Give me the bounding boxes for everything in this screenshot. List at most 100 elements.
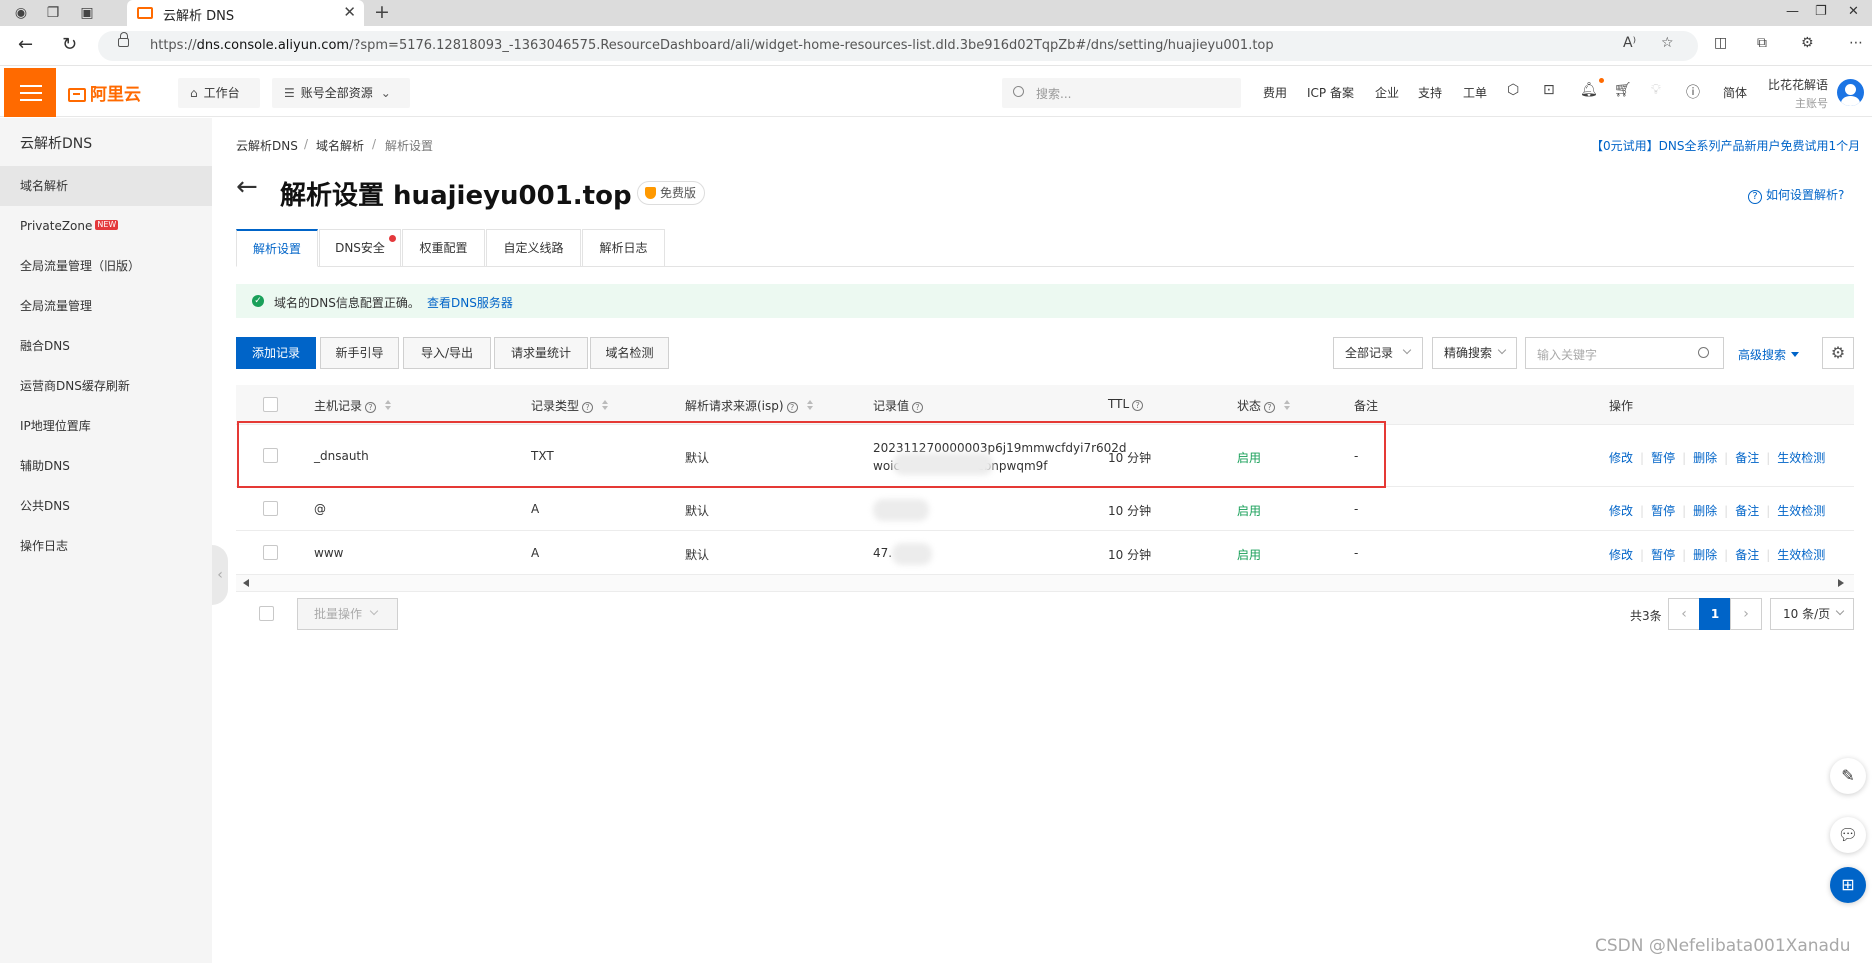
url-field[interactable]: https://dns.console.aliyun.com/?spm=5176… (98, 31, 1698, 61)
sidebar-item-ip-geo[interactable]: IP地理位置库 (0, 406, 212, 446)
verify-action[interactable]: 生效检测 (1777, 548, 1825, 562)
resources-dropdown[interactable]: ☰ 账号全部资源 ⌄ (272, 78, 410, 108)
search-mode-select[interactable]: 精确搜索 (1432, 337, 1517, 369)
close-tab-icon[interactable]: ✕ (343, 3, 356, 21)
cart-icon[interactable]: 🛒︎ (1614, 82, 1632, 98)
collections-icon[interactable]: ❐ (43, 3, 63, 23)
scroll-left-icon[interactable] (243, 579, 249, 587)
feedback-edit-button[interactable]: ✎ (1830, 758, 1866, 794)
row-checkbox[interactable] (263, 501, 278, 516)
sidebar-item-cache-refresh[interactable]: 运营商DNS缓存刷新 (0, 366, 212, 406)
page-1-button[interactable]: 1 (1699, 598, 1731, 630)
lightbulb-icon[interactable]: 💡︎ (1651, 82, 1661, 98)
question-icon[interactable]: ? (1132, 400, 1144, 411)
question-icon[interactable]: ? (912, 402, 924, 413)
top-link-enterprise[interactable]: 企业 (1375, 84, 1399, 101)
question-icon[interactable]: ? (1264, 402, 1276, 413)
chat-button[interactable]: 💬︎ (1830, 817, 1866, 853)
sidebar-item-domain-resolution[interactable]: 域名解析 (0, 166, 212, 206)
minimize-icon[interactable]: — (1786, 4, 1799, 19)
edit-action[interactable]: 修改 (1609, 548, 1633, 562)
request-stats-button[interactable]: 请求量统计 (494, 337, 588, 369)
notification-bell-icon[interactable]: 🔔︎ (1580, 82, 1598, 98)
tab-weight-config[interactable]: 权重配置 (402, 229, 485, 267)
sidebar-item-gtm[interactable]: 全局流量管理 (0, 286, 212, 326)
sidebar-item-privatezone[interactable]: PrivateZone NEW (0, 206, 212, 246)
verify-action[interactable]: 生效检测 (1777, 451, 1825, 465)
pause-action[interactable]: 暂停 (1651, 451, 1675, 465)
terminal-icon[interactable]: ⊡ (1543, 82, 1555, 98)
restore-icon[interactable]: ❐ (1815, 4, 1827, 19)
sidebar-item-secondary-dns[interactable]: 辅助DNS (0, 446, 212, 486)
tab-resolution-settings[interactable]: 解析设置 (236, 229, 318, 267)
table-settings-button[interactable]: ⚙ (1822, 337, 1854, 369)
keyword-input[interactable]: 输入关键字 (1525, 337, 1724, 369)
question-icon[interactable]: ? (365, 402, 377, 413)
beginner-guide-button[interactable]: 新手引导 (320, 337, 399, 369)
tab-resolution-log[interactable]: 解析日志 (582, 229, 665, 267)
top-link-billing[interactable]: 费用 (1263, 84, 1287, 101)
note-action[interactable]: 备注 (1735, 504, 1759, 518)
tab-custom-line[interactable]: 自定义线路 (486, 229, 581, 267)
avatar[interactable] (1837, 79, 1864, 106)
sidebar-collapse-handle[interactable]: ‹ (212, 545, 228, 605)
refresh-icon[interactable]: ↻ (62, 34, 77, 55)
split-screen-icon[interactable]: ◫ (1714, 35, 1727, 51)
search-icon[interactable] (1698, 347, 1709, 358)
question-icon[interactable]: ? (786, 402, 798, 413)
language-switch[interactable]: 简体 (1723, 84, 1747, 101)
new-tab-icon[interactable]: + (374, 1, 390, 23)
advanced-search-link[interactable]: 高级搜索 (1738, 346, 1800, 363)
sort-icon[interactable] (806, 400, 814, 411)
import-export-button[interactable]: 导入/导出 (403, 337, 491, 369)
select-all-checkbox[interactable] (263, 397, 278, 412)
top-link-ticket[interactable]: 工单 (1463, 84, 1487, 101)
question-icon[interactable]: ? (582, 402, 594, 413)
column-header-status[interactable]: 状态? (1237, 397, 1291, 414)
delete-action[interactable]: 删除 (1693, 451, 1717, 465)
back-icon[interactable]: ← (18, 34, 33, 55)
column-header-isp[interactable]: 解析请求来源(isp)? (685, 397, 814, 414)
domain-check-button[interactable]: 域名检测 (590, 337, 669, 369)
page-size-select[interactable]: 10 条/页 (1770, 598, 1854, 630)
breadcrumb-dns[interactable]: 云解析DNS (236, 137, 298, 154)
edit-action[interactable]: 修改 (1609, 451, 1633, 465)
sidebar-item-operation-log[interactable]: 操作日志 (0, 526, 212, 566)
sidebar-item-gtm-legacy[interactable]: 全局流量管理（旧版） (0, 246, 212, 286)
sort-icon[interactable] (601, 400, 609, 411)
delete-action[interactable]: 删除 (1693, 504, 1717, 518)
top-link-support[interactable]: 支持 (1418, 84, 1442, 101)
cloud-shell-icon[interactable]: ⬡ (1507, 82, 1519, 98)
extensions-icon[interactable]: ⚙ (1801, 35, 1814, 51)
note-action[interactable]: 备注 (1735, 451, 1759, 465)
help-link[interactable]: ? 如何设置解析? (1748, 186, 1844, 204)
profile-icon[interactable]: ◉ (11, 3, 31, 23)
breadcrumb-domain[interactable]: 域名解析 (316, 137, 364, 154)
favorite-star-icon[interactable]: ☆ (1661, 35, 1674, 51)
page-back-button[interactable]: ← (236, 174, 258, 200)
help-circle-icon[interactable]: ⓘ (1686, 82, 1700, 102)
aliyun-logo[interactable]: 阿里云 (68, 80, 141, 105)
sidebar-item-public-dns[interactable]: 公共DNS (0, 486, 212, 526)
sort-icon[interactable] (384, 400, 392, 411)
workbench-button[interactable]: ⌂ 工作台 (178, 78, 260, 108)
row-checkbox[interactable] (263, 545, 278, 560)
scroll-right-icon[interactable] (1838, 579, 1844, 587)
column-header-type[interactable]: 记录类型? (531, 397, 609, 414)
close-window-icon[interactable]: ✕ (1848, 4, 1859, 19)
browser-menu-icon[interactable]: ⋯ (1849, 35, 1863, 51)
console-search-input[interactable]: 搜索... (1002, 78, 1241, 108)
collections-add-icon[interactable]: ⧉ (1757, 35, 1767, 51)
table-horizontal-scrollbar[interactable] (236, 574, 1854, 592)
note-action[interactable]: 备注 (1735, 548, 1759, 562)
verify-action[interactable]: 生效检测 (1777, 504, 1825, 518)
view-dns-servers-link[interactable]: 查看DNS服务器 (427, 294, 513, 311)
delete-action[interactable]: 删除 (1693, 548, 1717, 562)
batch-operation-button[interactable]: 批量操作 (297, 598, 398, 630)
next-page-button[interactable]: › (1730, 598, 1762, 630)
record-filter-select[interactable]: 全部记录 (1333, 337, 1423, 369)
pause-action[interactable]: 暂停 (1651, 504, 1675, 518)
apps-grid-button[interactable]: ⊞ (1830, 867, 1866, 903)
promo-link[interactable]: 【0元试用】DNS全系列产品新用户免费试用1个月 (1591, 137, 1860, 154)
footer-select-all-checkbox[interactable] (259, 606, 274, 621)
